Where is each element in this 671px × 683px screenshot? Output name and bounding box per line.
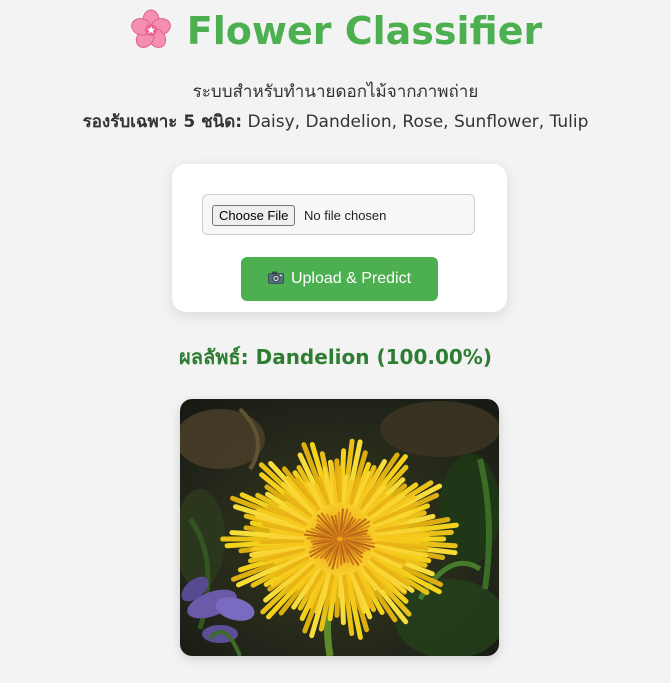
dandelion-photo: [180, 399, 499, 656]
app-title: Flower Classifier: [186, 9, 543, 53]
camera-icon: [268, 271, 284, 284]
upload-predict-button[interactable]: Upload & Predict: [241, 257, 438, 301]
file-status: No file chosen: [304, 208, 387, 223]
upload-card: Choose File No file chosen Upload & Pred…: [172, 164, 507, 312]
page-title: Flower Classifier: [0, 8, 671, 54]
app-description: ระบบสำหรับทำนายดอกไม้จากภาพถ่าย: [192, 82, 479, 102]
choose-file-button[interactable]: Choose File: [212, 205, 296, 226]
cherry-blossom-icon: [130, 9, 171, 48]
flower-preview-image: [180, 399, 499, 656]
upload-button-label: Upload & Predict: [290, 270, 412, 287]
support-label: รองรับเฉพาะ 5 ชนิด:: [82, 112, 243, 132]
support-list: Daisy, Dandelion, Rose, Sunflower, Tulip: [247, 112, 589, 132]
file-input[interactable]: Choose File No file chosen: [202, 194, 475, 235]
prediction-result: ผลลัพธ์: Dandelion (100.00%): [179, 345, 492, 369]
supported-flowers: รองรับเฉพาะ 5 ชนิด: Daisy, Dandelion, Ro…: [0, 111, 671, 133]
